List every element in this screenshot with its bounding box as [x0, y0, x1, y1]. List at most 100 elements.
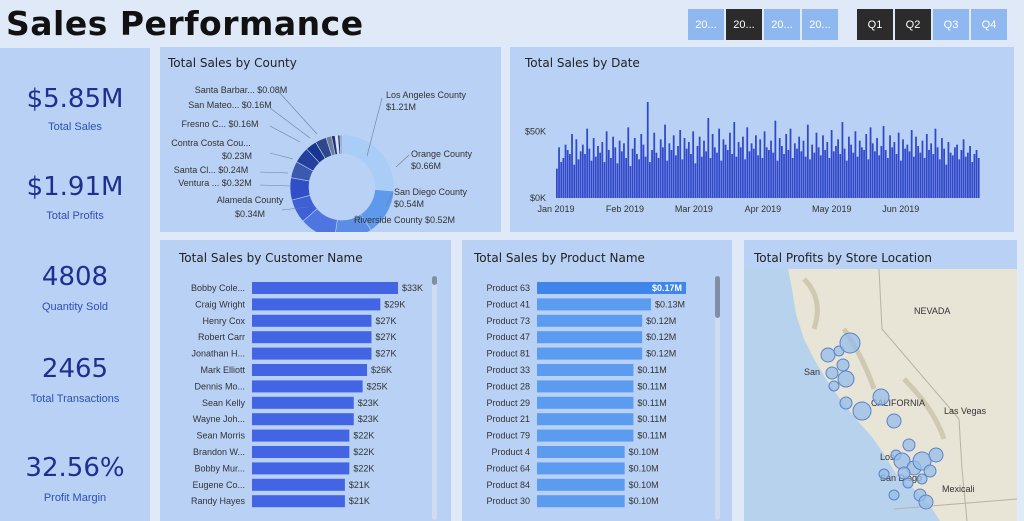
customer-bar[interactable]: [252, 478, 345, 491]
date-bar[interactable]: [865, 134, 868, 198]
customer-bar[interactable]: [252, 462, 350, 475]
date-bar[interactable]: [683, 138, 686, 198]
date-bar[interactable]: [744, 159, 746, 198]
date-bar[interactable]: [889, 135, 891, 198]
date-bar[interactable]: [832, 151, 835, 198]
date-bar[interactable]: [558, 147, 560, 198]
date-chart-panel[interactable]: Total Sales by Date $50K $0K Jan 2019 Feb 2…: [510, 47, 1014, 232]
quarter-button-q4[interactable]: Q4: [971, 9, 1007, 40]
date-bar[interactable]: [848, 136, 850, 198]
date-bar[interactable]: [763, 131, 766, 198]
date-bar[interactable]: [713, 147, 716, 198]
date-bar[interactable]: [646, 102, 649, 198]
date-bar[interactable]: [603, 162, 606, 198]
store-location-bubble[interactable]: [928, 447, 944, 463]
date-bar[interactable]: [817, 147, 820, 198]
date-bar[interactable]: [824, 150, 827, 198]
county-donut-panel[interactable]: Total Sales by County Los Angeles County…: [160, 47, 501, 232]
date-bar[interactable]: [568, 154, 571, 198]
date-bar[interactable]: [651, 150, 653, 198]
date-bar[interactable]: [774, 120, 777, 198]
store-location-bubble[interactable]: [852, 401, 872, 421]
date-bar[interactable]: [724, 144, 727, 198]
date-bar[interactable]: [925, 134, 928, 198]
date-bar[interactable]: [605, 131, 608, 198]
date-bar[interactable]: [599, 152, 602, 198]
customer-bar[interactable]: [252, 314, 372, 327]
date-bar[interactable]: [610, 158, 612, 198]
store-location-bubble[interactable]: [820, 347, 836, 363]
store-location-bubble[interactable]: [902, 438, 916, 452]
year-button-4[interactable]: 20...: [802, 9, 838, 40]
store-location-bubble[interactable]: [825, 366, 839, 380]
customer-bar[interactable]: [252, 396, 354, 409]
date-bar[interactable]: [804, 156, 807, 198]
date-bar[interactable]: [964, 156, 967, 198]
date-bar[interactable]: [813, 152, 816, 198]
date-bar[interactable]: [718, 128, 721, 198]
quarter-button-q2[interactable]: Q2: [895, 9, 931, 40]
product-bar[interactable]: [537, 478, 625, 491]
date-bar[interactable]: [577, 159, 580, 198]
year-button-1[interactable]: 20...: [688, 9, 724, 40]
date-bar[interactable]: [780, 146, 783, 198]
date-bar[interactable]: [672, 135, 675, 198]
product-bar[interactable]: [537, 331, 643, 344]
date-bar[interactable]: [936, 147, 939, 198]
date-bar[interactable]: [729, 132, 731, 198]
customer-scrollbar[interactable]: [432, 276, 437, 520]
date-bar[interactable]: [556, 168, 558, 198]
customer-bar-panel[interactable]: Total Sales by Customer Name Bobby Cole.…: [160, 240, 451, 521]
date-bar[interactable]: [837, 139, 839, 198]
date-bar[interactable]: [785, 134, 788, 198]
store-location-bubble[interactable]: [897, 466, 911, 480]
date-bar[interactable]: [692, 131, 695, 198]
customer-bar[interactable]: [252, 282, 398, 294]
date-bar[interactable]: [588, 148, 591, 198]
product-bar[interactable]: [537, 347, 643, 360]
date-bar[interactable]: [947, 142, 950, 198]
customer-bar[interactable]: [252, 298, 381, 311]
date-bar[interactable]: [776, 160, 779, 198]
date-bar[interactable]: [975, 150, 978, 198]
date-bar[interactable]: [897, 132, 900, 198]
date-bar[interactable]: [962, 139, 965, 198]
customer-bar[interactable]: [252, 413, 354, 426]
date-bar[interactable]: [839, 154, 842, 198]
date-bar[interactable]: [765, 147, 768, 198]
date-bar[interactable]: [739, 147, 742, 198]
date-bar[interactable]: [620, 151, 623, 198]
customer-bar[interactable]: [252, 331, 372, 344]
date-bar[interactable]: [664, 124, 666, 198]
store-location-bubble[interactable]: [839, 332, 861, 354]
date-bar[interactable]: [687, 142, 690, 198]
date-bar[interactable]: [793, 143, 796, 198]
date-bar[interactable]: [629, 166, 632, 198]
year-button-3[interactable]: 20...: [764, 9, 800, 40]
date-bar[interactable]: [592, 138, 595, 198]
date-bar[interactable]: [830, 130, 833, 198]
store-location-bubble[interactable]: [837, 370, 855, 388]
date-bar[interactable]: [798, 136, 801, 198]
date-bar[interactable]: [800, 151, 803, 198]
store-location-bubble[interactable]: [886, 413, 902, 429]
date-bar[interactable]: [560, 162, 563, 198]
date-bar[interactable]: [662, 147, 664, 198]
date-bar[interactable]: [716, 152, 718, 198]
date-bar[interactable]: [882, 126, 885, 198]
date-bar[interactable]: [731, 154, 733, 198]
date-bar[interactable]: [938, 159, 941, 198]
date-bar[interactable]: [705, 151, 708, 198]
product-bar[interactable]: [537, 298, 651, 311]
date-bar[interactable]: [644, 156, 647, 198]
store-location-bubble[interactable]: [916, 473, 928, 485]
date-bar[interactable]: [677, 146, 679, 198]
date-bar[interactable]: [899, 160, 902, 198]
date-bar[interactable]: [932, 154, 935, 198]
product-bar[interactable]: [537, 364, 634, 376]
date-bar[interactable]: [783, 154, 785, 198]
date-bar[interactable]: [934, 128, 937, 198]
date-bar[interactable]: [772, 152, 775, 198]
date-bar[interactable]: [759, 139, 762, 198]
date-bar[interactable]: [573, 164, 576, 198]
